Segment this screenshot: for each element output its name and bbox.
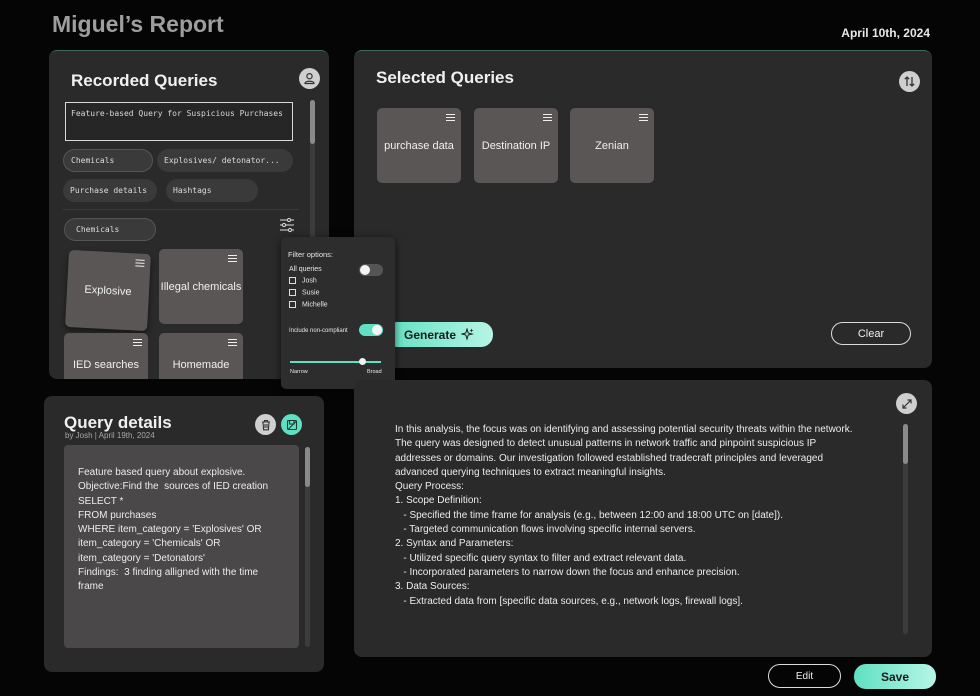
analysis-line: 3. Data Sources: xyxy=(395,581,470,593)
analysis-line: In this analysis, the focus was on ident… xyxy=(395,424,853,435)
query-card-explosive[interactable]: Explosive xyxy=(65,249,151,332)
generate-button[interactable]: Generate xyxy=(385,322,493,347)
clear-button[interactable]: Clear xyxy=(831,322,911,345)
user-label: Josh xyxy=(302,277,317,285)
save-export-icon[interactable] xyxy=(281,414,302,435)
user-checkbox-michelle[interactable]: Michelle xyxy=(289,301,328,308)
breadth-slider-knob[interactable] xyxy=(359,358,366,365)
analysis-line: - Incorporated parameters to narrow down… xyxy=(395,566,740,578)
selected-card-destination-ip[interactable]: Destination IP xyxy=(474,108,558,183)
analysis-line: - Extracted data from [specific data sou… xyxy=(395,595,743,607)
card-label: purchase data xyxy=(384,139,454,152)
expand-icon[interactable] xyxy=(896,393,917,414)
card-label: IED searches xyxy=(72,359,140,371)
breadth-slider-track[interactable] xyxy=(290,361,381,363)
card-menu-icon[interactable] xyxy=(446,114,455,121)
divider xyxy=(63,209,299,210)
query-card-ied-searches[interactable]: IED searches xyxy=(64,333,148,379)
analysis-scrollbar-thumb[interactable] xyxy=(903,424,908,464)
card-label: Explosive xyxy=(84,283,132,298)
detail-line: SELECT * xyxy=(78,495,124,507)
query-search-input[interactable]: Feature-based Query for Suspicious Purch… xyxy=(65,102,293,141)
include-noncompliant-toggle[interactable] xyxy=(359,324,383,336)
card-label: Destination IP xyxy=(481,139,551,152)
active-filter-chemicals[interactable]: Chemicals xyxy=(64,218,156,241)
analysis-line: 1. Scope Definition: xyxy=(395,495,482,507)
user-label: Susie xyxy=(302,289,320,297)
all-queries-label: All queries xyxy=(289,266,322,273)
report-date: April 10th, 2024 xyxy=(841,26,930,40)
detail-line: item_category = 'Detonators' xyxy=(78,552,205,564)
query-details-title: Query details xyxy=(64,413,172,432)
tag-purchase-details[interactable]: Purchase details xyxy=(63,179,157,202)
analysis-line: addresses or domains. Our investigation … xyxy=(395,452,824,464)
analysis-line: - Targeted communication flows involving… xyxy=(395,524,696,536)
user-label: Michelle xyxy=(302,301,328,309)
selected-card-purchase-data[interactable]: purchase data xyxy=(377,108,461,183)
filter-sliders-icon[interactable] xyxy=(279,217,295,238)
filter-title: Filter options: xyxy=(288,250,334,259)
selected-queries-panel xyxy=(354,50,932,368)
analysis-text: In this analysis, the focus was on ident… xyxy=(395,423,895,609)
user-icon[interactable] xyxy=(299,68,320,89)
slider-max-label: Broad xyxy=(367,369,382,375)
detail-line: WHERE item_category = 'Explosives' OR xyxy=(78,524,262,536)
recorded-queries-title: Recorded Queries xyxy=(71,71,218,90)
card-menu-icon[interactable] xyxy=(228,255,237,262)
detail-line: Findings: 3 finding alligned with the ti… xyxy=(78,567,259,579)
analysis-line: advanced querying techniques to extract … xyxy=(395,466,666,478)
card-label: Zenian xyxy=(595,139,629,152)
analysis-line: The query was designed to detect unusual… xyxy=(395,438,817,450)
tag-explosives[interactable]: Explosives/ detonator... xyxy=(157,149,293,172)
tag-hashtags[interactable]: Hashtags xyxy=(166,179,258,202)
card-menu-icon[interactable] xyxy=(135,259,145,267)
analysis-line: - Utilized specific query syntax to filt… xyxy=(395,552,687,564)
user-checkbox-josh[interactable]: Josh xyxy=(289,277,317,284)
detail-line: FROM purchases xyxy=(78,509,157,521)
query-details-content: Feature based query about explosive. Obj… xyxy=(64,445,299,648)
query-card-homemade[interactable]: Homemade xyxy=(159,333,243,379)
details-scrollbar-thumb[interactable] xyxy=(305,447,310,487)
detail-line: frame xyxy=(78,581,104,593)
edit-button[interactable]: Edit xyxy=(768,664,841,688)
all-queries-toggle[interactable] xyxy=(359,264,383,276)
card-menu-icon[interactable] xyxy=(639,114,648,121)
card-menu-icon[interactable] xyxy=(228,339,237,346)
detail-line: Objective:Find the sources of IED creati… xyxy=(78,481,269,493)
analysis-line: Query Process: xyxy=(395,481,464,493)
generate-label: Generate xyxy=(403,327,457,342)
sparkle-icon xyxy=(461,328,474,341)
detail-line: Feature based query about explosive. xyxy=(78,467,246,478)
filter-options-popover: Filter options: All queries Josh Susie M… xyxy=(281,237,395,389)
recorded-scrollbar-thumb[interactable] xyxy=(310,100,315,144)
selected-card-zenian[interactable]: Zenian xyxy=(570,108,654,183)
detail-line: item_category = 'Chemicals' OR xyxy=(78,538,221,550)
card-menu-icon[interactable] xyxy=(133,339,142,346)
save-button[interactable]: Save xyxy=(854,664,936,689)
page-title: Miguel’s Report xyxy=(52,11,224,37)
query-card-illegal-chemicals[interactable]: Illegal chemicals xyxy=(159,249,243,324)
selected-queries-title: Selected Queries xyxy=(376,68,514,87)
tag-chemicals[interactable]: Chemicals xyxy=(63,149,153,172)
slider-min-label: Narrow xyxy=(290,369,308,375)
analysis-line: 2. Syntax and Parameters: xyxy=(395,538,514,550)
card-label: Homemade xyxy=(172,359,230,371)
trash-icon[interactable] xyxy=(255,414,276,435)
sort-icon[interactable] xyxy=(899,71,920,92)
card-menu-icon[interactable] xyxy=(543,114,552,121)
user-checkbox-susie[interactable]: Susie xyxy=(289,289,320,296)
include-noncompliant-label: Include non-compliant xyxy=(289,328,348,334)
analysis-line: - Specified the time frame for analysis … xyxy=(395,509,783,521)
card-label: Illegal chemicals xyxy=(160,280,242,293)
query-details-meta: by Josh | April 19th, 2024 xyxy=(65,431,155,440)
